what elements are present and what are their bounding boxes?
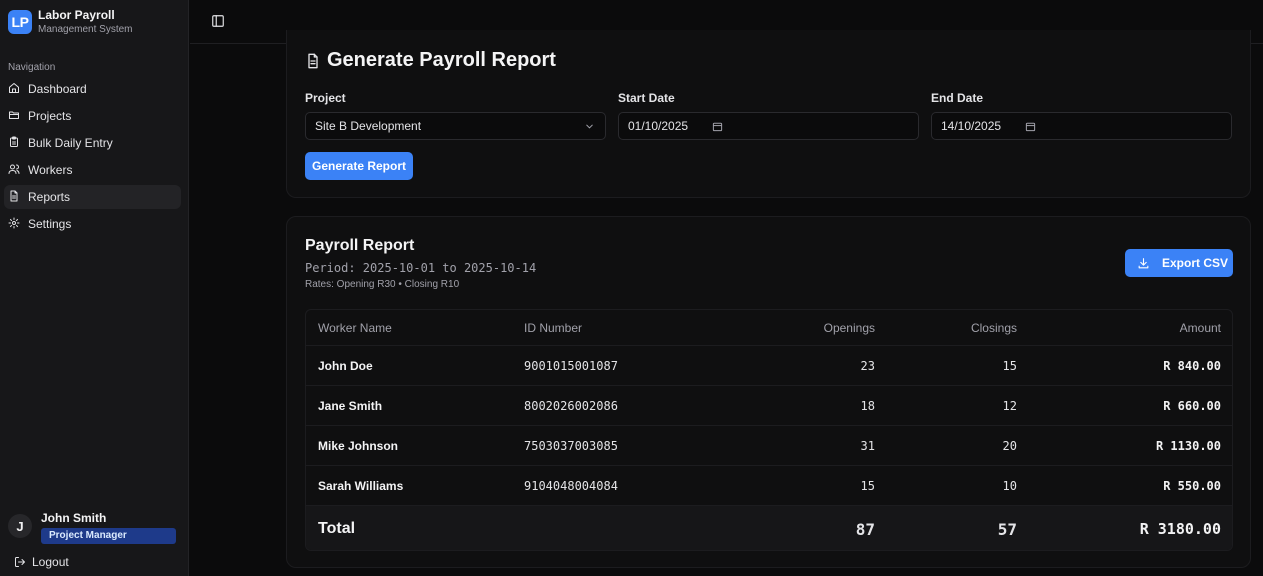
end-date-input[interactable]: 14/10/2025: [931, 112, 1232, 140]
sidebar-item-reports[interactable]: Reports: [4, 185, 181, 209]
user-profile[interactable]: J John Smith Project Manager: [8, 511, 176, 544]
download-icon: [1138, 257, 1149, 268]
generate-title: Generate Payroll Report: [305, 49, 556, 72]
total-label: Total: [318, 520, 356, 537]
worker-name: John Doe: [318, 358, 373, 373]
amount-value: R 550.00: [1163, 478, 1221, 493]
openings-value: 18: [860, 398, 875, 413]
column-header-worker-name[interactable]: Worker Name: [318, 310, 392, 345]
total-amount: R 3180.00: [1139, 520, 1221, 538]
users-icon: [8, 163, 22, 177]
home-icon: [8, 82, 22, 96]
sidebar-item-projects[interactable]: Projects: [4, 104, 181, 128]
gear-icon: [8, 217, 22, 231]
chevron-down-icon: [586, 124, 593, 129]
closings-value: 20: [1002, 438, 1017, 453]
sidebar-item-label: Dashboard: [28, 82, 87, 96]
app-title: Labor Payroll: [38, 8, 115, 22]
export-csv-button[interactable]: Export CSV: [1125, 249, 1233, 277]
id-number: 9001015001087: [524, 358, 618, 373]
openings-value: 31: [860, 438, 875, 453]
id-number: 9104048004084: [524, 478, 618, 493]
avatar: J: [8, 514, 32, 538]
column-header-id-number[interactable]: ID Number: [524, 310, 582, 345]
id-number: 8002026002086: [524, 398, 618, 413]
table-row: Sarah Williams 9104048004084 15 10 R 550…: [306, 466, 1232, 506]
end-date-value: 14/10/2025: [941, 119, 1002, 133]
sidebar-item-dashboard[interactable]: Dashboard: [4, 77, 181, 101]
amount-value: R 840.00: [1163, 358, 1221, 373]
amount-value: R 660.00: [1163, 398, 1221, 413]
table-row: Jane Smith 8002026002086 18 12 R 660.00: [306, 386, 1232, 426]
total-closings: 57: [997, 519, 1017, 539]
brand[interactable]: LP Labor Payroll Management System: [8, 9, 133, 35]
payroll-table: Worker Name ID Number Openings Closings …: [305, 309, 1233, 551]
worker-name: Jane Smith: [318, 398, 383, 413]
clipboard-icon: [8, 136, 22, 150]
openings-value: 23: [860, 358, 875, 373]
file-text-icon: [308, 53, 318, 68]
app-logo: LP: [8, 10, 32, 34]
export-csv-label: Export CSV: [1162, 256, 1229, 270]
sidebar-toggle-icon[interactable]: [211, 14, 225, 28]
sidebar: LP Labor Payroll Management System Navig…: [0, 0, 189, 576]
sidebar-item-label: Bulk Daily Entry: [28, 136, 113, 150]
total-openings: 87: [855, 519, 875, 539]
openings-value: 15: [860, 478, 875, 493]
table-row: Mike Johnson 7503037003085 31 20 R 1130.…: [306, 426, 1232, 466]
nav-heading: Navigation: [8, 62, 56, 73]
calendar-icon[interactable]: [712, 121, 723, 132]
worker-name: Sarah Williams: [318, 478, 404, 493]
role-badge: Project Manager: [41, 528, 176, 544]
sidebar-item-bulk-daily-entry[interactable]: Bulk Daily Entry: [4, 131, 181, 155]
closings-value: 15: [1002, 358, 1017, 373]
column-header-closings[interactable]: Closings: [971, 310, 1017, 345]
user-name: John Smith: [41, 511, 107, 525]
nav-menu: Dashboard Projects Bulk Daily Entry Work…: [0, 77, 189, 239]
column-header-openings[interactable]: Openings: [824, 310, 875, 345]
column-header-amount[interactable]: Amount: [1180, 310, 1221, 345]
closings-value: 10: [1002, 478, 1017, 493]
logout-label: Logout: [32, 555, 69, 569]
page-title: Generate Payroll Report: [327, 49, 556, 71]
id-number: 7503037003085: [524, 438, 618, 453]
closings-value: 12: [1002, 398, 1017, 413]
logout-icon: [15, 557, 25, 567]
project-label: Project: [305, 91, 346, 105]
start-date-input[interactable]: 01/10/2025: [618, 112, 919, 140]
table-row: John Doe 9001015001087 23 15 R 840.00: [306, 346, 1232, 386]
sidebar-item-label: Projects: [28, 109, 72, 123]
logout-button[interactable]: Logout: [14, 555, 69, 569]
file-text-icon: [8, 190, 22, 204]
generate-report-button[interactable]: Generate Report: [305, 152, 413, 180]
calendar-icon[interactable]: [1025, 121, 1036, 132]
start-date-label: Start Date: [618, 91, 675, 105]
folder-icon: [8, 109, 22, 123]
amount-value: R 1130.00: [1155, 438, 1221, 453]
project-select[interactable]: Site B Development: [305, 112, 606, 140]
table-header: Worker Name ID Number Openings Closings …: [306, 310, 1232, 346]
payroll-report-card: Payroll Report Period: 2025-10-01 to 202…: [286, 216, 1251, 568]
project-select-value: Site B Development: [315, 119, 422, 133]
end-date-label: End Date: [931, 91, 984, 105]
report-period: Period: 2025-10-01 to 2025-10-14: [305, 261, 537, 275]
start-date-value: 01/10/2025: [628, 119, 689, 133]
sidebar-item-workers[interactable]: Workers: [4, 158, 181, 182]
sidebar-item-label: Workers: [28, 163, 73, 177]
sidebar-item-settings[interactable]: Settings: [4, 212, 181, 236]
report-rates: Rates: Opening R30 • Closing R10: [305, 279, 460, 290]
sidebar-item-label: Settings: [28, 217, 72, 231]
table-total-row: Total 87 57 R 3180.00: [306, 506, 1232, 550]
sidebar-item-label: Reports: [28, 190, 71, 204]
app-subtitle: Management System: [38, 24, 133, 35]
generate-report-card: Generate Payroll Report Project Site B D…: [286, 30, 1251, 198]
report-title: Payroll Report: [305, 237, 415, 254]
worker-name: Mike Johnson: [318, 438, 399, 453]
